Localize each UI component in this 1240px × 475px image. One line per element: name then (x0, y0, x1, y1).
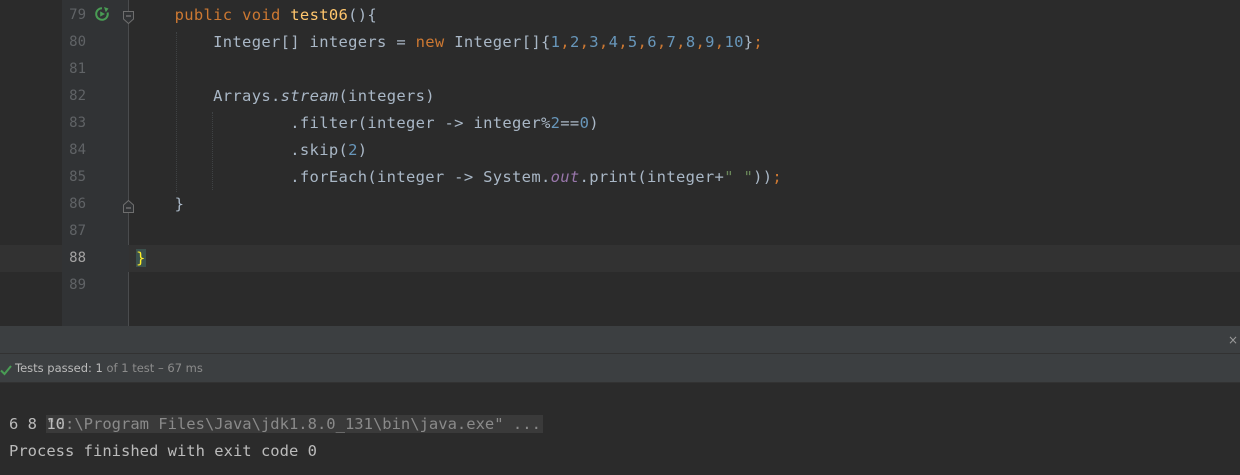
status-prefix: Tests passed: (15, 361, 96, 375)
line-number: 81 (69, 61, 86, 77)
code-token: 3 (589, 33, 599, 51)
code-token: , (714, 33, 725, 51)
fold-marker-icon[interactable] (123, 198, 134, 213)
line-number: 84 (69, 142, 86, 158)
code-line[interactable]: 82 Arrays.stream(integers) (0, 83, 1240, 110)
code-token: 1 (550, 33, 561, 51)
code-token: 7 (666, 33, 677, 51)
code-token: , (695, 33, 706, 51)
code-token: } (136, 249, 146, 267)
code-token: 4 (608, 33, 619, 51)
test-status-text: Tests passed: 1 of 1 test – 67 ms (15, 354, 203, 382)
code-line[interactable]: 79 public void test06(){ (0, 2, 1240, 29)
line-number: 86 (69, 196, 86, 212)
code-line[interactable]: 86 } (0, 191, 1240, 218)
code-token: out (550, 168, 580, 186)
code-token: == (560, 114, 580, 132)
check-icon (0, 361, 12, 380)
line-number: 88 (69, 250, 86, 266)
line-number: 89 (69, 277, 86, 293)
code-line[interactable]: 81 (0, 56, 1240, 83)
line-number: 83 (69, 115, 86, 131)
code-token: Arrays. (136, 87, 281, 105)
line-number: 85 (69, 169, 86, 185)
code-token: 9 (705, 33, 715, 51)
status-detail: of 1 test – 67 ms (102, 361, 203, 375)
run-test-icon[interactable] (94, 6, 110, 22)
code-editor[interactable]: 79 public void test06(){80 Integer[] int… (0, 0, 1240, 326)
code-line[interactable]: 88} (0, 245, 1240, 272)
code-token: test06 (290, 6, 349, 24)
code-token: ) (357, 141, 368, 159)
code-token: .filter(integer -> integer% (136, 114, 551, 132)
code-token: .skip( (136, 141, 349, 159)
status-passed-count: 1 (95, 361, 103, 375)
code-text[interactable]: public void test06(){ (136, 2, 377, 29)
indent-guide (176, 32, 177, 192)
code-text[interactable]: .forEach(integer -> System.out.print(int… (136, 164, 782, 191)
code-token: , (637, 33, 648, 51)
code-token: 2 (569, 33, 580, 51)
code-token: , (579, 33, 590, 51)
close-icon[interactable]: × (1228, 333, 1238, 347)
fold-marker-icon[interactable] (123, 9, 134, 25)
code-token: (integers) (338, 87, 435, 105)
line-number: 87 (69, 223, 86, 239)
console-output[interactable]: "C:\Program Files\Java\jdk1.8.0_131\bin\… (0, 383, 1240, 475)
code-token: 2 (348, 141, 358, 159)
console-output-line: 6 8 10 (9, 415, 65, 433)
code-line[interactable]: 84 .skip(2) (0, 137, 1240, 164)
code-token: public void (174, 6, 291, 24)
console-exit-line: Process finished with exit code 0 (9, 442, 317, 460)
code-text[interactable]: } (136, 191, 184, 218)
code-line[interactable]: 85 .forEach(integer -> System.out.print(… (0, 164, 1240, 191)
code-line[interactable]: 80 Integer[] integers = new Integer[]{1,… (0, 29, 1240, 56)
code-token: new (415, 33, 455, 51)
code-token: } (743, 33, 754, 51)
code-token: , (656, 33, 667, 51)
code-token: .print(integer+ (579, 168, 725, 186)
code-token: } (136, 195, 185, 213)
code-text[interactable]: Arrays.stream(integers) (136, 83, 435, 110)
code-token: 0 (579, 114, 590, 132)
code-token: Integer[]{ (454, 33, 551, 51)
code-token: (){ (348, 6, 378, 24)
code-token: Integer[] integers = (136, 33, 416, 51)
code-token: ) (589, 114, 599, 132)
code-token: 6 (647, 33, 657, 51)
code-token: , (618, 33, 628, 51)
indent-guide (212, 112, 213, 190)
code-token: stream (280, 87, 339, 105)
code-text[interactable]: .skip(2) (136, 137, 367, 164)
code-text[interactable]: .filter(integer -> integer%2==0) (136, 110, 599, 137)
code-token: 2 (550, 114, 561, 132)
code-token: .forEach(integer -> System. (136, 168, 551, 186)
line-number: 82 (69, 88, 86, 104)
code-token: 5 (627, 33, 638, 51)
code-token: ; (772, 168, 783, 186)
line-number: 80 (69, 34, 86, 50)
code-line[interactable]: 89 (0, 272, 1240, 299)
run-panel-toolbar: × (0, 327, 1240, 353)
code-line[interactable]: 83 .filter(integer -> integer%2==0) (0, 110, 1240, 137)
test-status-bar: Tests passed: 1 of 1 test – 67 ms (0, 353, 1240, 383)
console-command[interactable]: "C:\Program Files\Java\jdk1.8.0_131\bin\… (46, 415, 543, 433)
code-token: 10 (724, 33, 744, 51)
code-token: , (598, 33, 609, 51)
code-text[interactable]: Integer[] integers = new Integer[]{1,2,3… (136, 29, 763, 56)
code-token: , (676, 33, 686, 51)
code-line[interactable]: 87 (0, 218, 1240, 245)
code-token: , (560, 33, 570, 51)
line-number: 79 (69, 7, 86, 23)
code-token: )) (753, 168, 773, 186)
code-text[interactable]: } (136, 245, 146, 272)
code-token: ; (753, 33, 764, 51)
code-token: " " (724, 168, 754, 186)
